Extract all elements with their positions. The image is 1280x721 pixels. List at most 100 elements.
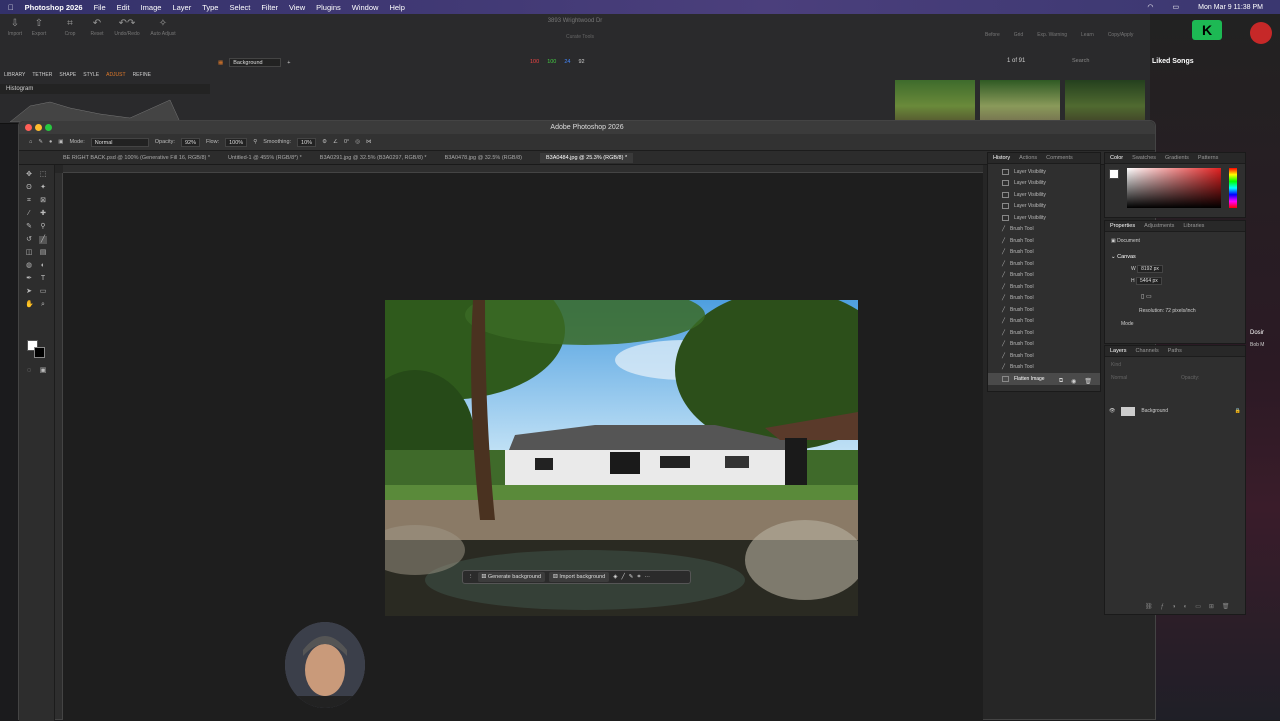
fg-color-chip[interactable] xyxy=(1109,169,1119,179)
brush-settings-icon[interactable]: ▣ xyxy=(58,139,63,145)
layer-opacity[interactable]: Opacity: xyxy=(1181,375,1199,381)
ctx-brush-icon[interactable]: ╱ xyxy=(621,574,624,580)
visibility-eye-icon[interactable]: 👁 xyxy=(1109,408,1115,414)
history-item[interactable]: ╱ Brush Tool xyxy=(988,327,1100,339)
new-document-icon[interactable]: ⧉ xyxy=(1059,378,1063,385)
gradient-icon[interactable]: ▤ xyxy=(39,249,47,257)
history-item[interactable]: ╱ Brush Tool xyxy=(988,293,1100,305)
ctx-more-icon[interactable]: ··· xyxy=(644,574,650,580)
liked-songs-label[interactable]: Liked Songs xyxy=(1152,58,1194,65)
minimize-window-button[interactable] xyxy=(35,124,42,131)
brush-tool-icon[interactable]: ✎ xyxy=(38,139,43,145)
tab-comments[interactable]: Comments xyxy=(1046,155,1073,161)
history-item[interactable]: ╱ Brush Tool xyxy=(988,350,1100,362)
history-item[interactable]: ╱ Brush Tool xyxy=(988,304,1100,316)
marquee-tool-icon[interactable]: ⬚ xyxy=(39,171,47,179)
history-item[interactable]: ╱ Brush Tool xyxy=(988,270,1100,282)
menu-layer[interactable]: Layer xyxy=(172,3,191,12)
magic-wand-icon[interactable]: ✦ xyxy=(39,184,47,192)
history-item[interactable]: ╱ Brush Tool xyxy=(988,281,1100,293)
tab-history[interactable]: History xyxy=(993,155,1010,161)
tab-b3a0291[interactable]: B3A0291.jpg @ 32.5% (B3A0297, RGB/8) * xyxy=(320,155,427,161)
learn-button[interactable]: Learn xyxy=(1081,32,1094,38)
dodge-icon[interactable]: ◐ xyxy=(39,262,47,270)
undo-tool[interactable]: ↶↷ Undo/Redo xyxy=(112,18,142,37)
active-brush-icon[interactable]: ╱ xyxy=(39,236,47,244)
lock-icon[interactable]: 🔒 xyxy=(1235,408,1241,414)
menu-window[interactable]: Window xyxy=(352,3,379,12)
tab-b3a0478[interactable]: B3A0478.jpg @ 32.5% (RGB/8) xyxy=(445,155,522,161)
mask-icon[interactable]: ◑ xyxy=(1172,604,1176,610)
airbrush-icon[interactable]: ⚲ xyxy=(253,139,257,145)
blur-icon[interactable]: ◍ xyxy=(25,262,33,270)
eraser-icon[interactable]: ◫ xyxy=(25,249,33,257)
hand-tool-icon[interactable]: ✋ xyxy=(25,301,34,309)
delete-state-icon[interactable]: 🗑 xyxy=(1084,378,1092,385)
document-image[interactable] xyxy=(385,300,858,616)
record-icon[interactable] xyxy=(1250,22,1272,44)
adjustment-layer-icon[interactable]: ◐ xyxy=(1184,604,1188,610)
clock[interactable]: Mon Mar 9 11:38 PM xyxy=(1198,4,1263,11)
quick-mask-icon[interactable]: ◌ xyxy=(25,367,33,375)
menu-filter[interactable]: Filter xyxy=(261,3,278,12)
tab-channels[interactable]: Channels xyxy=(1136,348,1159,354)
close-window-button[interactable] xyxy=(25,124,32,131)
background-color-swatch[interactable] xyxy=(34,347,45,358)
generate-background-button[interactable]: ⚄ Generate background xyxy=(477,572,546,582)
symmetry-icon[interactable]: ⋈ xyxy=(366,139,372,145)
new-layer-icon[interactable]: ⊞ xyxy=(1209,603,1214,610)
copy-apply-button[interactable]: Copy/Apply xyxy=(1108,32,1134,38)
crop-tool-icon[interactable]: ⌗ xyxy=(25,197,33,205)
smoothing-settings-icon[interactable]: ⚙ xyxy=(322,139,327,145)
search-field[interactable]: Search xyxy=(1072,58,1089,64)
smoothing-field[interactable]: 10% xyxy=(297,137,317,147)
brush-preset-picker[interactable]: ● xyxy=(49,139,52,145)
history-item[interactable]: ╱ Brush Tool xyxy=(988,258,1100,270)
app-menu[interactable]: Photoshop 2026 xyxy=(25,3,83,12)
orientation-icons[interactable]: ▯ ▭ xyxy=(1141,293,1152,300)
ctx-adjust-icon[interactable]: ✎ xyxy=(629,574,634,580)
color-field[interactable] xyxy=(1127,168,1221,208)
add-icon[interactable]: + xyxy=(287,60,290,66)
zoom-window-button[interactable] xyxy=(45,124,52,131)
wifi-icon[interactable]: ◠ xyxy=(1147,3,1153,11)
mode-shape[interactable]: SHAPE xyxy=(59,72,76,78)
delete-layer-icon[interactable]: 🗑 xyxy=(1222,603,1230,610)
reset-tool[interactable]: ↶ Reset xyxy=(82,18,112,37)
ctx-select-icon[interactable]: ◈ xyxy=(613,574,617,580)
angle-icon[interactable]: ∠ xyxy=(333,139,338,145)
history-item[interactable]: Layer Visibility xyxy=(988,166,1100,178)
before-button[interactable]: Before xyxy=(985,32,1000,38)
mode-tether[interactable]: TETHER xyxy=(32,72,52,78)
history-item[interactable]: ╱ Brush Tool xyxy=(988,339,1100,351)
canvas-section[interactable]: ⌄ Canvas xyxy=(1111,254,1136,260)
lasso-tool-icon[interactable]: ʘ xyxy=(25,184,33,192)
mode-style[interactable]: STYLE xyxy=(83,72,99,78)
menu-view[interactable]: View xyxy=(289,3,305,12)
tab-libraries[interactable]: Libraries xyxy=(1183,223,1204,229)
app-logo-icon[interactable]: K xyxy=(1192,20,1222,40)
crop-tool[interactable]: ⌗ Crop xyxy=(55,18,85,37)
hue-slider[interactable] xyxy=(1229,168,1237,208)
pen-tool-icon[interactable]: ✒ xyxy=(25,275,33,283)
menu-help[interactable]: Help xyxy=(389,3,404,12)
path-select-icon[interactable]: ➤ xyxy=(25,288,33,296)
zoom-tool-icon[interactable]: ⌕ xyxy=(39,301,47,309)
healing-brush-icon[interactable]: ✚ xyxy=(39,210,47,218)
mode-library[interactable]: LIBRARY xyxy=(4,72,25,78)
brush-icon[interactable]: ✎ xyxy=(25,223,33,231)
clone-stamp-icon[interactable]: ⚲ xyxy=(39,223,47,231)
ctx-move-icon[interactable]: ⋮ xyxy=(468,574,474,580)
history-brush-icon[interactable]: ↺ xyxy=(25,236,33,244)
history-item[interactable]: Layer Visibility xyxy=(988,178,1100,190)
menu-image[interactable]: Image xyxy=(141,3,162,12)
pressure-icon[interactable]: ◎ xyxy=(355,139,360,145)
exp-warning-button[interactable]: Exp. Warning xyxy=(1037,32,1067,38)
menu-file[interactable]: File xyxy=(94,3,106,12)
tab-adjustments[interactable]: Adjustments xyxy=(1144,223,1174,229)
screen-mode-icon[interactable]: ▣ xyxy=(39,367,47,375)
apple-icon[interactable]:  xyxy=(8,3,14,12)
menu-edit[interactable]: Edit xyxy=(117,3,130,12)
filter-kind[interactable]: Kind xyxy=(1111,362,1121,368)
frame-tool-icon[interactable]: ⊠ xyxy=(39,197,47,205)
